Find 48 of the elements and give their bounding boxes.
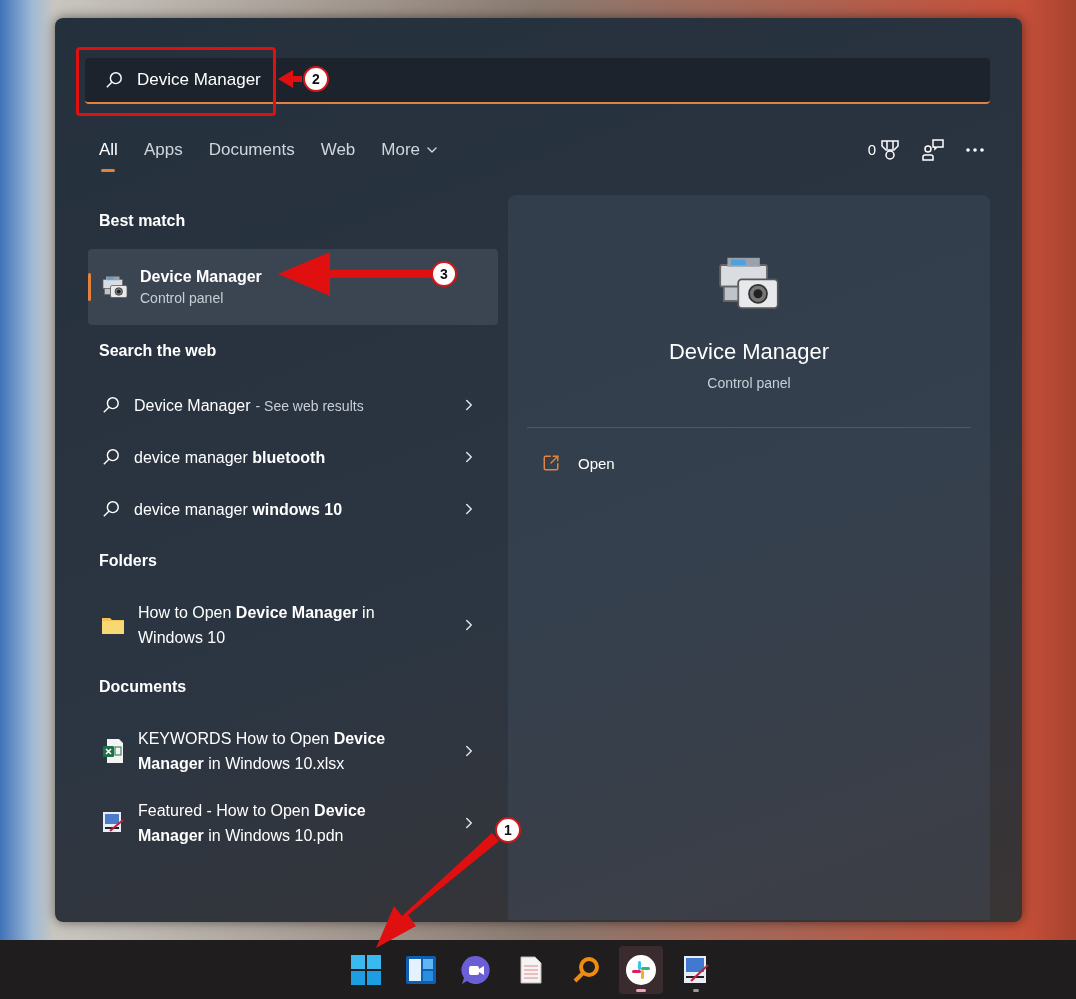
section-heading: Folders	[98, 551, 158, 571]
result-subtitle: Control panel	[140, 290, 225, 306]
search-icon	[102, 396, 120, 414]
folder-icon	[102, 616, 124, 634]
windows-logo-icon	[351, 954, 381, 985]
web-result-item[interactable]: Device Manager - See web results	[85, 379, 500, 431]
medal-icon	[880, 138, 900, 161]
web-result-item[interactable]: device manager bluetooth	[85, 431, 500, 483]
person-chat-icon	[922, 138, 944, 161]
notepad-icon	[520, 955, 542, 984]
result-text: Featured - How to Open Device Manager in Windows 10.pdn	[138, 801, 367, 846]
file-result-item[interactable]: KEYWORDS How to Open Device Manager in Windows 10.xlsx	[85, 715, 500, 787]
rewards-button[interactable]: 0	[867, 138, 900, 161]
image-file-icon	[102, 811, 124, 835]
section-heading: Best match	[98, 211, 187, 231]
result-hint: - See web results	[255, 397, 364, 414]
magnifier-icon	[572, 955, 600, 984]
preview-title: Device Manager	[668, 339, 830, 365]
result-text: device manager bluetooth	[134, 447, 326, 468]
slack-icon	[626, 954, 656, 985]
section-heading: Search the web	[98, 341, 218, 361]
web-result-item[interactable]: device manager windows 10	[85, 483, 500, 535]
result-text: KEYWORDS How to Open Device Manager in Windows 10.xlsx	[138, 729, 387, 774]
search-icon	[102, 448, 120, 466]
open-action[interactable]: Open	[542, 454, 615, 472]
account-button[interactable]	[922, 138, 944, 161]
more-options-button[interactable]	[966, 147, 984, 152]
result-text: device manager windows 10	[134, 499, 343, 520]
annotation-arrow	[278, 70, 302, 88]
preview-subtitle: Control panel	[707, 375, 791, 391]
taskbar-button[interactable]	[619, 945, 663, 994]
search-icon	[102, 500, 120, 518]
spreadsheet-file-icon	[102, 738, 124, 764]
filter-tab[interactable]: Web	[310, 131, 366, 168]
more-icon	[966, 147, 984, 152]
search-icon	[105, 71, 123, 89]
filter-tab[interactable]: More	[371, 131, 451, 168]
file-result-item[interactable]: How to Open Device Manager in Windows 10	[85, 589, 500, 661]
filter-tab[interactable]: Documents	[198, 131, 305, 168]
widgets-icon	[406, 955, 436, 984]
result-text: How to Open Device Manager in Windows 10	[138, 603, 376, 648]
video-chat-icon	[461, 954, 491, 985]
result-text: Device Manager	[134, 395, 251, 416]
open-external-icon	[542, 454, 560, 472]
filter-tab[interactable]: Apps	[133, 131, 193, 168]
result-title: Device Manager	[140, 268, 262, 286]
section-heading: Documents	[98, 677, 188, 697]
paint-program-icon	[683, 954, 709, 985]
